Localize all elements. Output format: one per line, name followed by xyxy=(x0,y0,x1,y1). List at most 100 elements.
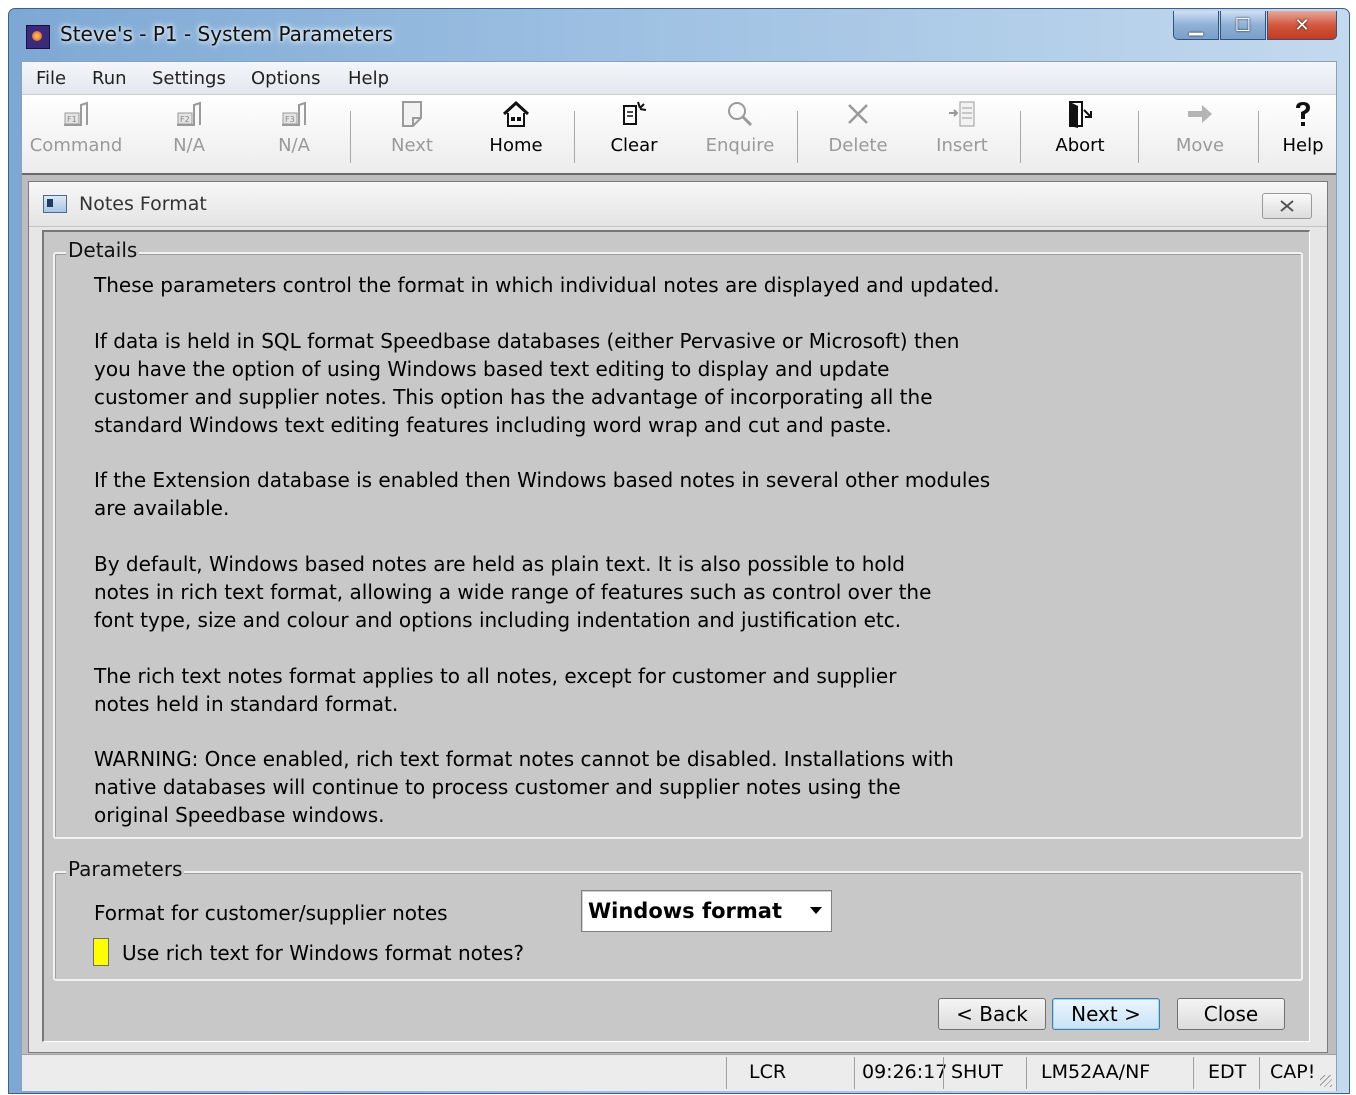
dialog-title: Notes Format xyxy=(79,193,207,215)
arrow-right-icon xyxy=(1150,99,1250,129)
status-separator xyxy=(1259,1057,1260,1089)
menu-bar: File Run Settings Options Help xyxy=(22,62,1336,95)
menu-file[interactable]: File xyxy=(36,68,66,89)
menu-settings[interactable]: Settings xyxy=(152,68,226,89)
toolbar-separator xyxy=(574,111,575,163)
delete-button[interactable]: Delete xyxy=(808,99,908,161)
insert-label: Insert xyxy=(936,135,988,156)
close-button[interactable]: Close xyxy=(1177,998,1285,1030)
application-window: Steve's - P1 - System Parameters ▁ ☐ ✕ F… xyxy=(8,8,1350,1094)
next-label: Next xyxy=(391,135,433,156)
details-line: are available. xyxy=(94,496,230,520)
status-separator xyxy=(1026,1057,1027,1089)
toolbar-separator xyxy=(350,111,351,163)
command-button[interactable]: F1 Command xyxy=(26,99,126,161)
abort-label: Abort xyxy=(1055,135,1105,156)
clear-icon xyxy=(584,99,684,129)
exit-door-icon xyxy=(1030,99,1130,129)
next-toolbar-button[interactable]: Next xyxy=(362,99,462,161)
rich-text-label: Use rich text for Windows format notes? xyxy=(122,941,525,965)
details-line: If data is held in SQL format Speedbase … xyxy=(94,329,960,353)
details-line: native databases will continue to proces… xyxy=(94,775,901,799)
f3-key-icon: F3 xyxy=(244,99,344,129)
details-group: Details These parameters control the for… xyxy=(53,238,1303,839)
dialog-header: Notes Format xyxy=(29,182,1327,227)
window-icon xyxy=(43,195,67,213)
toolbar: F1 Command F2 N/A F3 N/A Next Home Clear… xyxy=(22,95,1336,173)
f3-label: N/A xyxy=(278,135,310,156)
status-separator xyxy=(726,1057,727,1089)
maximize-icon: ☐ xyxy=(1234,14,1252,36)
details-line: font type, size and colour and options i… xyxy=(94,608,902,632)
command-label: Command xyxy=(29,135,123,156)
status-company: LM52AA/NF xyxy=(1041,1061,1151,1083)
back-button[interactable]: < Back xyxy=(938,998,1046,1030)
details-line: customer and supplier notes. This option… xyxy=(94,385,933,409)
menu-help[interactable]: Help xyxy=(348,68,389,89)
details-line: standard Windows text editing features i… xyxy=(94,413,892,437)
details-line: you have the option of using Windows bas… xyxy=(94,357,890,381)
resize-grip[interactable] xyxy=(1320,1075,1332,1087)
f3-button[interactable]: F3 N/A xyxy=(244,99,344,161)
abort-button[interactable]: Abort xyxy=(1030,99,1130,161)
app-icon[interactable] xyxy=(26,25,50,49)
home-icon xyxy=(466,99,566,129)
rich-text-checkbox[interactable] xyxy=(93,938,109,966)
dialog-close-button[interactable] xyxy=(1262,193,1312,219)
details-legend: Details xyxy=(66,238,140,262)
magnifier-icon xyxy=(690,99,790,129)
f1-key-icon: F1 xyxy=(26,99,126,129)
status-separator xyxy=(1193,1057,1194,1089)
notes-format-dialog: Notes Format Details These parameters co… xyxy=(28,181,1328,1053)
f2-label: N/A xyxy=(173,135,205,156)
minimize-icon: ▁ xyxy=(1189,14,1203,36)
notes-format-select[interactable]: Windows format xyxy=(581,890,832,932)
status-mode: SHUT xyxy=(951,1061,1003,1083)
status-separator xyxy=(854,1057,855,1089)
menu-run[interactable]: Run xyxy=(92,68,127,89)
details-line: notes in rich text format, allowing a wi… xyxy=(94,580,932,604)
home-label: Home xyxy=(489,135,543,156)
f2-button[interactable]: F2 N/A xyxy=(139,99,239,161)
minimize-button[interactable]: ▁ xyxy=(1173,11,1219,40)
delete-x-icon xyxy=(808,99,908,129)
parameters-legend: Parameters xyxy=(66,857,185,881)
details-line: By default, Windows based notes are held… xyxy=(94,552,905,576)
close-icon xyxy=(1280,200,1294,212)
clear-label: Clear xyxy=(610,135,658,156)
help-button[interactable]: Help xyxy=(1268,99,1338,161)
status-time: 09:26:17 xyxy=(862,1061,948,1083)
delete-label: Delete xyxy=(828,135,888,156)
details-line: These parameters control the format in w… xyxy=(94,273,1000,297)
window-title: Steve's - P1 - System Parameters xyxy=(60,22,393,46)
svg-text:F3: F3 xyxy=(285,115,295,124)
notes-format-value: Windows format xyxy=(588,899,782,923)
clear-button[interactable]: Clear xyxy=(584,99,684,161)
insert-button[interactable]: Insert xyxy=(912,99,1012,161)
client-area: File Run Settings Options Help F1 Comman… xyxy=(21,61,1337,1091)
menu-options[interactable]: Options xyxy=(251,68,320,89)
work-area: Notes Format Details These parameters co… xyxy=(22,173,1336,1055)
next-button[interactable]: Next > xyxy=(1052,998,1160,1030)
status-lcr: LCR xyxy=(749,1061,787,1083)
format-label: Format for customer/supplier notes xyxy=(94,901,448,925)
help-question-icon xyxy=(1268,99,1338,129)
details-line: notes held in standard format. xyxy=(94,692,399,716)
toolbar-separator xyxy=(1020,111,1021,163)
next-page-icon xyxy=(362,99,462,129)
enquire-button[interactable]: Enquire xyxy=(690,99,790,161)
svg-text:F1: F1 xyxy=(67,115,77,124)
dropdown-arrow-icon[interactable] xyxy=(805,896,827,926)
close-window-button[interactable]: ✕ xyxy=(1267,11,1337,40)
home-button[interactable]: Home xyxy=(466,99,566,161)
title-bar[interactable]: Steve's - P1 - System Parameters ▁ ☐ ✕ xyxy=(9,9,1349,61)
toolbar-separator xyxy=(1138,111,1139,163)
maximize-button[interactable]: ☐ xyxy=(1220,11,1266,40)
move-button[interactable]: Move xyxy=(1150,99,1250,161)
help-label: Help xyxy=(1282,135,1324,156)
status-edt: EDT xyxy=(1208,1061,1247,1083)
insert-rows-icon xyxy=(912,99,1012,129)
enquire-label: Enquire xyxy=(705,135,775,156)
f2-key-icon: F2 xyxy=(139,99,239,129)
details-line: The rich text notes format applies to al… xyxy=(94,664,897,688)
